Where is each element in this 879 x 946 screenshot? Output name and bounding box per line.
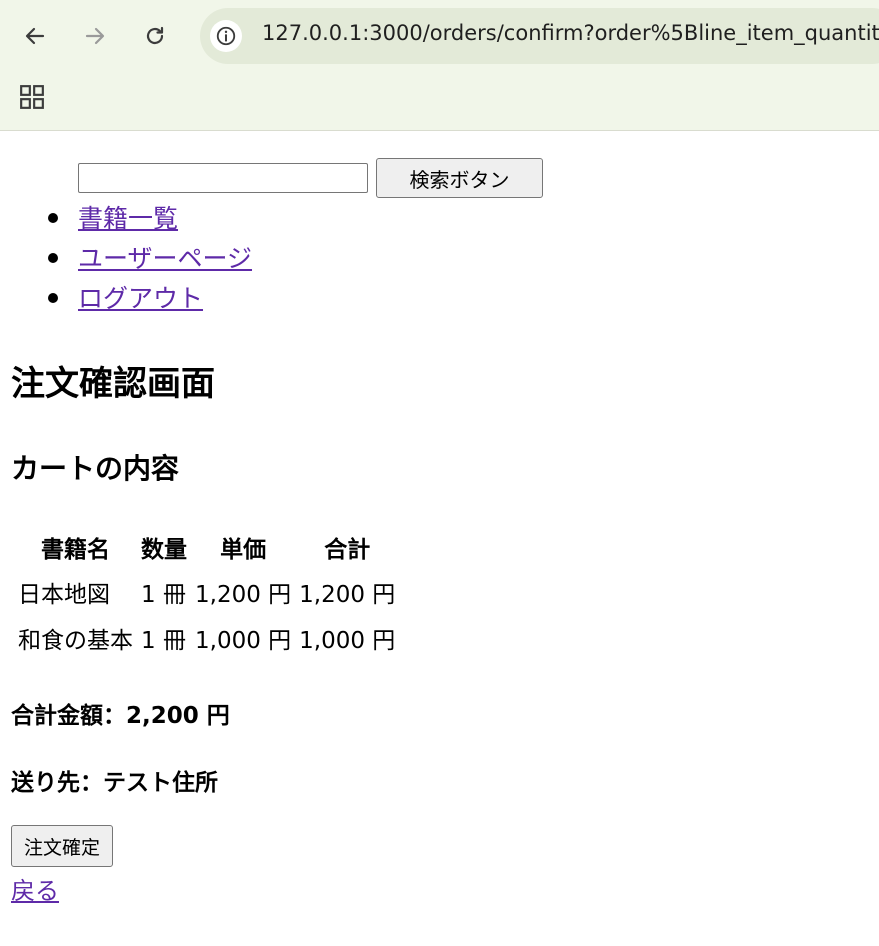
site-info-icon[interactable] — [210, 20, 242, 52]
nav-link-books[interactable]: 書籍一覧 — [78, 199, 178, 235]
confirm-order-button[interactable]: 注文確定 — [11, 825, 114, 867]
column-header-subtotal: 合計 — [324, 537, 371, 563]
reload-icon[interactable] — [139, 20, 171, 52]
apps-grid-icon[interactable] — [19, 84, 45, 110]
nav-link-logout[interactable]: ログアウト — [78, 279, 203, 315]
column-header-quantity: 数量 — [141, 537, 187, 563]
back-arrow-icon[interactable] — [19, 20, 51, 52]
order-total: 合計金額：2,200 円 — [11, 703, 230, 729]
browser-toolbar: 127.0.0.1:3000/orders/confirm?order%5Bli… — [0, 0, 879, 131]
search-input[interactable] — [78, 163, 368, 193]
cell-title: 和食の基本 — [18, 628, 133, 654]
back-link[interactable]: 戻る — [11, 871, 59, 906]
bullet-icon — [48, 293, 58, 303]
table-row: 日本地図 1 冊 1,200 円 1,200 円 — [16, 569, 397, 615]
cell-title: 日本地図 — [18, 582, 110, 608]
search-form: 検索ボタン — [78, 158, 543, 198]
table-row: 和食の基本 1 冊 1,000 円 1,000 円 — [16, 615, 397, 661]
forward-arrow-icon[interactable] — [79, 20, 111, 52]
cell-unit-price: 1,200 円 — [195, 582, 292, 608]
cell-subtotal: 1,000 円 — [299, 628, 396, 654]
cart-section-title: カートの内容 — [11, 452, 180, 485]
page-title: 注文確認画面 — [11, 364, 215, 404]
cell-subtotal: 1,200 円 — [299, 582, 396, 608]
bullet-icon — [48, 253, 58, 263]
cell-quantity: 1 冊 — [141, 582, 186, 608]
url-text: 127.0.0.1:3000/orders/confirm?order%5Bli… — [262, 21, 879, 45]
address-bar[interactable]: 127.0.0.1:3000/orders/confirm?order%5Bli… — [200, 8, 879, 64]
nav-link-user-page[interactable]: ユーザーページ — [78, 239, 252, 275]
cart-table: 書籍名 数量 単価 合計 日本地図 1 冊 1,200 円 1,200 円 和食… — [12, 525, 401, 661]
bullet-icon — [48, 213, 58, 223]
cell-quantity: 1 冊 — [141, 628, 186, 654]
column-header-title: 書籍名 — [41, 537, 110, 563]
search-button[interactable]: 検索ボタン — [376, 158, 543, 198]
column-header-unit-price: 単価 — [220, 537, 267, 563]
page-content: 検索ボタン 書籍一覧 ユーザーページ ログアウト 注文確認画面 カートの内容 書… — [0, 131, 879, 946]
shipping-address: 送り先：テスト住所 — [11, 770, 218, 796]
cell-unit-price: 1,000 円 — [195, 628, 292, 654]
table-header-row: 書籍名 数量 単価 合計 — [16, 525, 397, 569]
